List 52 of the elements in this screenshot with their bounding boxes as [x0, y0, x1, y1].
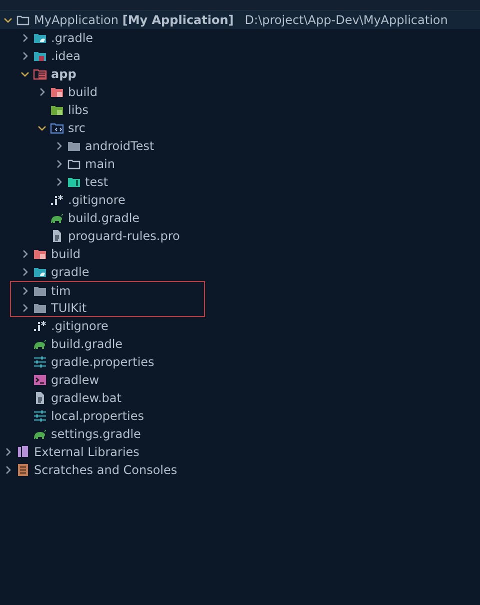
sliders-icon	[33, 409, 47, 423]
tree-item-label[interactable]: build.gradle	[68, 211, 140, 225]
tree-item-label[interactable]: settings.gradle	[51, 427, 141, 441]
module-folder-icon	[33, 67, 47, 81]
tree-item-label[interactable]: gradlew	[51, 373, 100, 387]
tree-item-label[interactable]: androidTest	[85, 139, 154, 153]
tree-item-label[interactable]: .gitignore	[51, 319, 108, 333]
folder-icon	[33, 31, 47, 45]
tree-item-label[interactable]: src	[68, 121, 86, 135]
terminal-icon	[33, 373, 47, 387]
file-icon	[33, 391, 47, 405]
tree-item-label[interactable]: test	[85, 175, 108, 189]
tree-item-label[interactable]: build.gradle	[51, 337, 123, 351]
folder-icon	[67, 175, 81, 189]
folder-icon	[50, 85, 64, 99]
file-icon	[50, 229, 64, 243]
tree-item-label[interactable]: .idea	[51, 49, 81, 63]
tree-item-label[interactable]: proguard-rules.pro	[68, 229, 180, 243]
tree-item-label[interactable]: gradle	[51, 265, 90, 279]
tree-item-label[interactable]: build	[68, 85, 98, 99]
folder-icon	[16, 13, 30, 27]
tree-item-label[interactable]: build	[51, 247, 81, 261]
tree-item-label[interactable]: main	[85, 157, 115, 171]
tree-item-label[interactable]: local.properties	[51, 409, 144, 423]
folder-icon	[33, 247, 47, 261]
project-path: D:\project\App-Dev\MyApplication	[244, 13, 448, 27]
folder-icon	[50, 103, 64, 117]
folder-icon	[33, 265, 47, 279]
elephant-icon	[50, 211, 64, 225]
tree-item-label[interactable]: tim	[51, 284, 71, 298]
scratches-icon	[16, 463, 30, 477]
folder-icon	[67, 157, 81, 171]
tree-item-label[interactable]: .gitignore	[68, 193, 126, 207]
tree-item-label[interactable]: .gradle	[51, 31, 94, 45]
tree-item-label[interactable]: libs	[68, 103, 89, 117]
ignore-file-icon	[33, 319, 47, 333]
tree-item-label[interactable]: Scratches and Consoles	[34, 463, 178, 477]
sliders-icon	[33, 355, 47, 369]
tree-item-label[interactable]: MyApplication [My Application]	[34, 13, 234, 27]
tree-item-label[interactable]: External Libraries	[34, 445, 140, 459]
library-icon	[16, 445, 30, 459]
tree-item-label[interactable]: gradlew.bat	[51, 391, 122, 405]
tree-item-label[interactable]: TUIKit	[51, 300, 87, 314]
elephant-icon	[33, 337, 47, 351]
ignore-file-icon	[50, 193, 64, 207]
source-folder-icon	[50, 121, 64, 135]
elephant-icon	[33, 427, 47, 441]
folder-icon	[33, 49, 47, 63]
selected-tree-row[interactable]: MyApplication [My Application] D:\project\App-Dev\MyApplication	[0, 11, 480, 29]
folder-icon	[67, 139, 81, 153]
tree-item-label[interactable]: app	[51, 67, 76, 81]
tree-item-label[interactable]: gradle.properties	[51, 355, 154, 369]
